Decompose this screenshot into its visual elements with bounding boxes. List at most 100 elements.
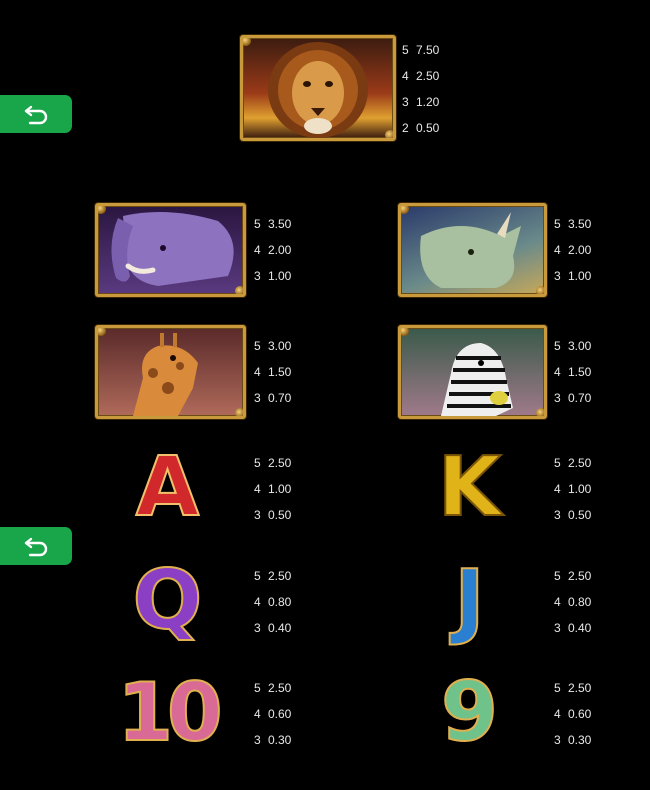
pay-row: 5 7.50 — [402, 37, 439, 63]
pay-count: 3 — [254, 391, 261, 405]
back-button[interactable] — [0, 527, 72, 565]
pay-value: 2.50 — [568, 456, 592, 470]
elephant-paytable: 5 3.50 4 2.00 3 1.00 — [254, 211, 291, 289]
giraffe-icon — [133, 333, 198, 416]
pay-row: 5 2.50 — [554, 675, 591, 701]
pay-count: 5 — [254, 569, 261, 583]
pay-count: 3 — [402, 95, 409, 109]
pay-count: 5 — [554, 339, 561, 353]
pay-value: 0.80 — [268, 595, 292, 609]
pay-row: 4 2.00 — [254, 237, 291, 263]
number-10-symbol: 10 — [116, 665, 223, 760]
pay-row: 4 1.00 — [554, 476, 591, 502]
pay-row: 2 0.50 — [402, 115, 439, 141]
pay-row: 3 0.40 — [554, 615, 591, 641]
pay-value: 0.70 — [568, 391, 592, 405]
pay-row: 3 0.50 — [554, 502, 591, 528]
pay-row: 4 0.60 — [254, 701, 291, 727]
pay-count: 4 — [554, 243, 561, 257]
pay-row: 3 0.70 — [554, 385, 591, 411]
pay-count: 3 — [554, 621, 561, 635]
undo-arrow-icon — [24, 105, 48, 125]
zebra-paytable: 5 3.00 4 1.50 3 0.70 — [554, 333, 591, 411]
pay-row: 4 0.80 — [254, 589, 291, 615]
pay-row: 4 0.60 — [554, 701, 591, 727]
lion-paytable: 5 7.50 4 2.50 3 1.20 2 0.50 — [402, 37, 439, 141]
pay-row: 4 2.50 — [402, 63, 439, 89]
pay-value: 0.30 — [568, 733, 592, 747]
pay-value: 2.50 — [416, 69, 440, 83]
pay-row: 3 1.00 — [554, 263, 591, 289]
pay-count: 5 — [554, 569, 561, 583]
pay-count: 5 — [254, 681, 261, 695]
letter-k-symbol: K — [437, 439, 503, 536]
pay-count: 4 — [254, 707, 261, 721]
rhino-paytable: 5 3.50 4 2.00 3 1.00 — [554, 211, 591, 289]
pay-row: 5 2.50 — [254, 675, 291, 701]
zebra-symbol — [398, 325, 547, 419]
pay-row: 3 0.30 — [554, 727, 591, 753]
pay-value: 2.50 — [568, 569, 592, 583]
pay-value: 2.00 — [568, 243, 592, 257]
pay-value: 1.50 — [268, 365, 292, 379]
ten-paytable: 5 2.50 4 0.60 3 0.30 — [254, 675, 291, 753]
pay-value: 2.00 — [268, 243, 292, 257]
j-paytable: 5 2.50 4 0.80 3 0.40 — [554, 563, 591, 641]
pay-value: 1.00 — [268, 482, 292, 496]
pay-row: 5 2.50 — [554, 450, 591, 476]
pay-row: 5 2.50 — [254, 563, 291, 589]
pay-count: 3 — [254, 508, 261, 522]
a-paytable: 5 2.50 4 1.00 3 0.50 — [254, 450, 291, 528]
pay-count: 4 — [554, 595, 561, 609]
pay-value: 0.50 — [416, 121, 440, 135]
rhino-symbol — [398, 203, 547, 297]
pay-value: 1.50 — [568, 365, 592, 379]
pay-row: 4 0.80 — [554, 589, 591, 615]
pay-row: 5 2.50 — [254, 450, 291, 476]
pay-row: 5 3.00 — [554, 333, 591, 359]
pay-count: 5 — [554, 217, 561, 231]
pay-value: 3.50 — [568, 217, 592, 231]
pay-value: 0.70 — [268, 391, 292, 405]
pay-count: 5 — [554, 456, 561, 470]
pay-value: 2.50 — [268, 456, 292, 470]
k-paytable: 5 2.50 4 1.00 3 0.50 — [554, 450, 591, 528]
pay-row: 3 0.30 — [254, 727, 291, 753]
pay-count: 3 — [254, 733, 261, 747]
pay-count: 4 — [402, 69, 409, 83]
pay-count: 2 — [402, 121, 409, 135]
pay-count: 5 — [254, 456, 261, 470]
pay-count: 4 — [254, 365, 261, 379]
rhino-icon — [420, 212, 521, 288]
pay-value: 0.80 — [568, 595, 592, 609]
pay-count: 5 — [254, 339, 261, 353]
pay-value: 3.00 — [268, 339, 292, 353]
pay-value: 0.50 — [268, 508, 292, 522]
letter-j-symbol: J — [453, 552, 486, 649]
letter-q-symbol: Q — [132, 552, 204, 649]
pay-value: 2.50 — [268, 569, 292, 583]
pay-count: 3 — [254, 269, 261, 283]
pay-count: 4 — [254, 482, 261, 496]
pay-count: 4 — [554, 365, 561, 379]
pay-row: 5 2.50 — [554, 563, 591, 589]
letter-a-symbol: A — [135, 439, 200, 536]
pay-value: 3.50 — [268, 217, 292, 231]
pay-value: 3.00 — [568, 339, 592, 353]
pay-value: 7.50 — [416, 43, 440, 57]
pay-value: 0.60 — [568, 707, 592, 721]
q-paytable: 5 2.50 4 0.80 3 0.40 — [254, 563, 291, 641]
pay-value: 0.60 — [268, 707, 292, 721]
pay-count: 5 — [254, 217, 261, 231]
pay-value: 2.50 — [268, 681, 292, 695]
pay-count: 4 — [554, 482, 561, 496]
pay-value: 0.40 — [268, 621, 292, 635]
pay-count: 3 — [554, 391, 561, 405]
pay-count: 3 — [254, 621, 261, 635]
lion-icon — [268, 42, 368, 138]
back-button[interactable] — [0, 95, 72, 133]
nine-paytable: 5 2.50 4 0.60 3 0.30 — [554, 675, 591, 753]
giraffe-symbol — [95, 325, 246, 419]
undo-arrow-icon — [24, 537, 48, 557]
pay-row: 4 1.50 — [554, 359, 591, 385]
